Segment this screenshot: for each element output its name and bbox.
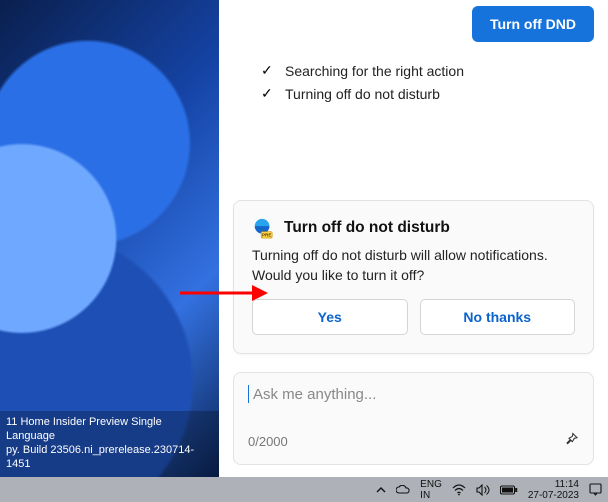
notifications-icon[interactable]	[589, 483, 602, 496]
ask-input-card: 0/2000	[233, 372, 594, 465]
text-caret	[248, 385, 249, 403]
status-text: Turning off do not disturb	[285, 86, 440, 102]
wifi-icon[interactable]	[452, 484, 466, 496]
yes-button[interactable]: Yes	[252, 299, 408, 335]
windows-build-info: 11 Home Insider Preview Single Language …	[0, 411, 219, 477]
status-item: ✓ Searching for the right action	[261, 62, 594, 79]
confirmation-card: PRE Turn off do not disturb Turning off …	[233, 200, 594, 354]
pin-icon[interactable]	[563, 431, 579, 452]
date-text: 27-07-2023	[528, 490, 579, 501]
status-text: Searching for the right action	[285, 63, 464, 79]
copilot-preview-icon: PRE	[252, 217, 274, 239]
volume-icon[interactable]	[476, 484, 490, 496]
svg-text:PRE: PRE	[262, 233, 271, 238]
turn-off-dnd-button[interactable]: Turn off DND	[472, 6, 594, 42]
chevron-up-icon[interactable]	[376, 485, 386, 495]
card-title: Turn off do not disturb	[284, 219, 450, 237]
status-item: ✓ Turning off do not disturb	[261, 85, 594, 102]
build-line-1: 11 Home Insider Preview Single Language	[6, 415, 213, 443]
copilot-panel: Turn off DND ✓ Searching for the right a…	[219, 0, 608, 477]
onedrive-icon[interactable]	[396, 485, 410, 495]
battery-icon[interactable]	[500, 485, 518, 495]
ask-input[interactable]	[253, 386, 579, 403]
lang-top: ENG	[420, 479, 442, 490]
language-indicator[interactable]: ENG IN	[420, 479, 442, 501]
char-counter: 0/2000	[248, 434, 288, 449]
card-body: Turning off do not disturb will allow no…	[252, 245, 575, 285]
system-tray: ENG IN 11:14 27-07-2023	[376, 479, 602, 501]
lang-bottom: IN	[420, 490, 442, 501]
taskbar[interactable]: ENG IN 11:14 27-07-2023	[0, 477, 608, 502]
check-icon: ✓	[261, 62, 275, 79]
no-thanks-button[interactable]: No thanks	[420, 299, 576, 335]
action-status-list: ✓ Searching for the right action ✓ Turni…	[233, 62, 594, 108]
build-line-2: py. Build 23506.ni_prerelease.230714-145…	[6, 443, 213, 471]
time-text: 11:14	[528, 479, 579, 490]
desktop-wallpaper: 11 Home Insider Preview Single Language …	[0, 0, 219, 477]
clock[interactable]: 11:14 27-07-2023	[528, 479, 579, 501]
check-icon: ✓	[261, 85, 275, 102]
